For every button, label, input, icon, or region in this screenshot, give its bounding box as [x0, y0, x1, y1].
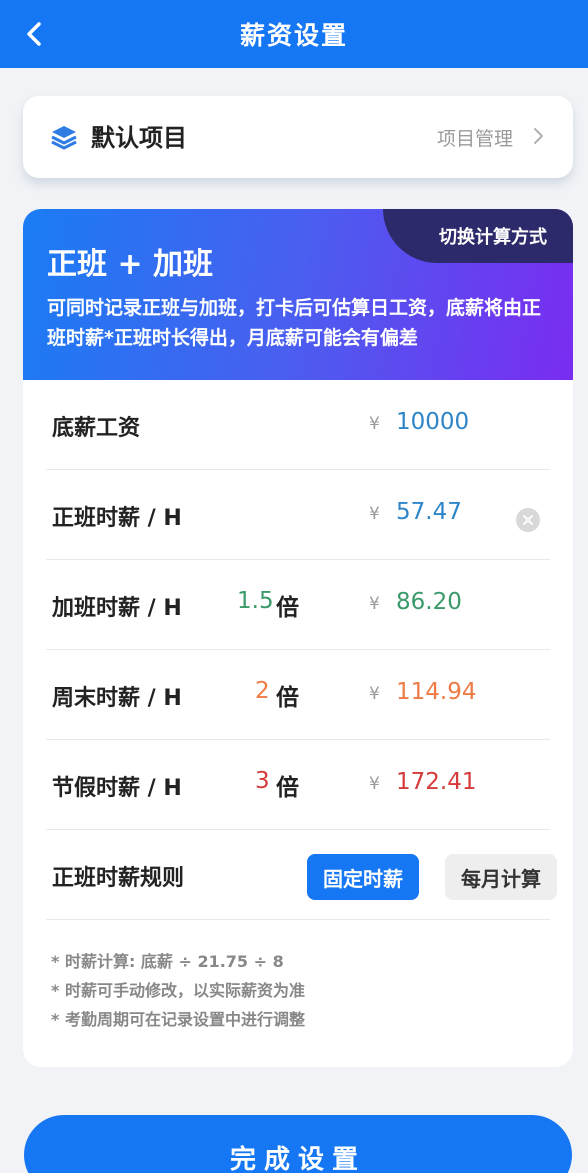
mode-banner: 切换计算方式 正班 + 加班 可同时记录正班与加班，打卡后可估算日工资，底薪将由…	[23, 209, 573, 380]
chevron-right-icon	[534, 128, 543, 144]
weekend-multiplier[interactable]: 2	[255, 678, 270, 704]
weekend-rate-value[interactable]: 114.94	[396, 679, 476, 705]
regular-rate-row[interactable]: 正班时薪 / H ¥ 57.47	[46, 470, 550, 560]
weekend-rate-label: 周末时薪 / H	[52, 686, 182, 711]
holiday-rate-value[interactable]: 172.41	[396, 769, 476, 795]
weekend-multiplier-unit: 倍	[276, 685, 299, 711]
monthly-calc-option[interactable]: 每月计算	[445, 854, 557, 900]
project-manage-link[interactable]: 项目管理	[437, 124, 541, 151]
chevron-left-icon	[27, 22, 41, 46]
fixed-rate-option[interactable]: 固定时薪	[307, 854, 419, 900]
close-icon	[523, 515, 533, 525]
default-project-card[interactable]: 默认项目 项目管理	[23, 96, 573, 178]
holiday-rate-row[interactable]: 节假时薪 / H 3 倍 ¥ 172.41	[46, 740, 550, 830]
overtime-rate-label: 加班时薪 / H	[52, 596, 182, 621]
rate-rule-row: 正班时薪规则 固定时薪 每月计算	[46, 830, 557, 920]
mode-title: 正班 + 加班	[47, 247, 214, 282]
salary-card: 切换计算方式 正班 + 加班 可同时记录正班与加班，打卡后可估算日工资，底薪将由…	[23, 209, 573, 1067]
currency-symbol: ¥	[369, 504, 380, 524]
back-button[interactable]	[14, 14, 54, 54]
page-title: 薪资设置	[239, 21, 348, 50]
holiday-multiplier[interactable]: 3	[255, 768, 270, 794]
rate-rule-label: 正班时薪规则	[52, 866, 185, 891]
complete-settings-button[interactable]: 完成设置	[24, 1115, 572, 1173]
base-salary-value[interactable]: 10000	[396, 409, 469, 435]
notes: * 时薪计算: 底薪 ÷ 21.75 ÷ 8 * 时薪可手动修改，以实际薪资为准…	[51, 947, 305, 1034]
holiday-multiplier-unit: 倍	[276, 775, 299, 801]
currency-symbol: ¥	[369, 774, 380, 794]
overtime-multiplier-unit: 倍	[276, 595, 299, 621]
base-salary-label: 底薪工资	[52, 416, 141, 441]
currency-symbol: ¥	[369, 594, 380, 614]
weekend-rate-row[interactable]: 周末时薪 / H 2 倍 ¥ 114.94	[46, 650, 550, 740]
project-manage-label: 项目管理	[436, 128, 513, 150]
note-item: * 时薪可手动修改，以实际薪资为准	[51, 981, 305, 1000]
currency-symbol: ¥	[369, 684, 380, 704]
regular-rate-label: 正班时薪 / H	[52, 506, 182, 531]
switch-mode-button[interactable]: 切换计算方式	[383, 209, 573, 263]
base-salary-row[interactable]: 底薪工资 ¥ 10000	[46, 380, 550, 470]
regular-rate-value[interactable]: 57.47	[396, 499, 462, 525]
overtime-rate-row[interactable]: 加班时薪 / H 1.5 倍 ¥ 86.20	[46, 560, 550, 650]
note-item: * 考勤周期可在记录设置中进行调整	[51, 1010, 305, 1029]
overtime-rate-value[interactable]: 86.20	[396, 589, 462, 615]
holiday-rate-label: 节假时薪 / H	[52, 776, 182, 801]
top-bar: 薪资设置	[0, 0, 588, 68]
currency-symbol: ¥	[369, 414, 380, 434]
default-project-label: 默认项目	[91, 124, 187, 152]
layers-icon	[51, 126, 77, 150]
mode-description: 可同时记录正班与加班，打卡后可估算日工资，底薪将由正班时薪*正班时长得出，月底薪…	[47, 297, 542, 349]
clear-button[interactable]	[516, 508, 540, 532]
overtime-multiplier[interactable]: 1.5	[237, 588, 274, 614]
note-item: * 时薪计算: 底薪 ÷ 21.75 ÷ 8	[51, 952, 284, 971]
